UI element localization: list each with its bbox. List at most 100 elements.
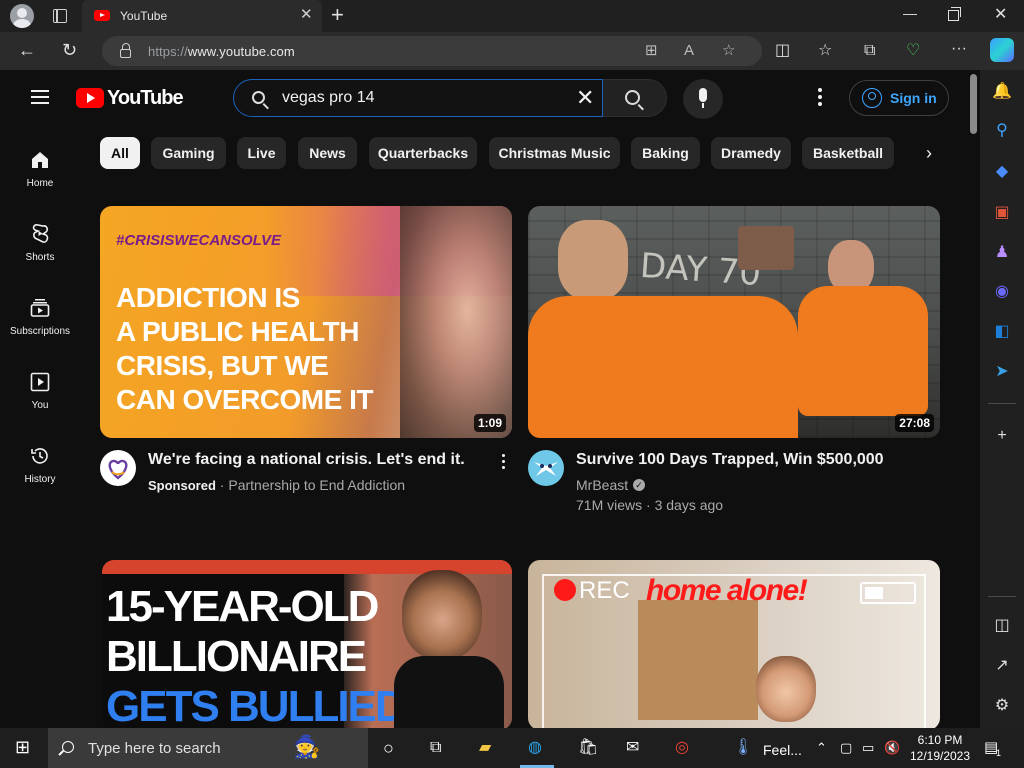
nav-label: Subscriptions: [9, 326, 71, 337]
tab-youtube[interactable]: YouTube ✕: [82, 0, 322, 32]
collections-icon[interactable]: ⧉: [864, 41, 875, 61]
search-query[interactable]: vegas pro 14: [282, 89, 375, 107]
video-title[interactable]: We're facing a national crisis. Let's en…: [148, 451, 465, 469]
sidebar-settings-icon[interactable]: ⚙: [992, 696, 1012, 716]
chip-gaming[interactable]: Gaming: [151, 137, 226, 169]
chip-all[interactable]: All: [100, 137, 140, 169]
nav-subscriptions[interactable]: Subscriptions: [0, 288, 80, 350]
chip-christmas-music[interactable]: Christmas Music: [489, 137, 620, 169]
settings-more-icon[interactable]: ···: [951, 39, 967, 59]
scrollbar-thumb[interactable]: [970, 74, 977, 134]
browser-toolbar: ← ↻ https://www.youtube.com ⊞ A ☆ ◫ ☆ ⧉ …: [0, 32, 1024, 70]
app-available-icon[interactable]: ⊞: [645, 43, 658, 59]
youtube-logo-text[interactable]: YouTube: [107, 87, 184, 110]
chip-dramedy[interactable]: Dramedy: [711, 137, 791, 169]
thumbnail-person-body: [394, 656, 504, 728]
chip-baking[interactable]: Baking: [631, 137, 700, 169]
video-duration: 27:08: [895, 414, 934, 432]
tab-actions-icon[interactable]: [53, 9, 67, 23]
video-thumbnail[interactable]: 15-YEAR-OLD BILLIONAIRE GETS BULLIED: [102, 560, 512, 728]
channel-name[interactable]: MrBeast: [576, 477, 628, 493]
chip-quarterbacks[interactable]: Quarterbacks: [369, 137, 477, 169]
channel-name[interactable]: Partnership to End Addiction: [228, 477, 405, 493]
close-window-button[interactable]: ✕: [994, 6, 1007, 24]
games-icon[interactable]: ♟: [992, 243, 1012, 263]
shopping-tag-icon[interactable]: ◆: [992, 162, 1012, 182]
thumbnail-text: ADDICTION IS: [116, 282, 300, 313]
nav-label: You: [31, 400, 49, 411]
channel-avatar[interactable]: [528, 450, 564, 486]
meet-icon[interactable]: ▢: [840, 736, 852, 760]
video-thumbnail[interactable]: #CRISISWECANSOLVE ADDICTION IS A PUBLIC …: [100, 206, 512, 438]
drop-send-icon[interactable]: ➤: [992, 362, 1012, 382]
minimize-button[interactable]: —: [903, 4, 917, 22]
network-icon[interactable]: ▭: [862, 736, 874, 760]
outlook-icon[interactable]: ◧: [992, 322, 1012, 342]
browser-essentials-icon[interactable]: ♡: [906, 41, 920, 61]
chevron-right-icon[interactable]: ›: [926, 143, 932, 163]
back-button[interactable]: ←: [18, 39, 36, 61]
windows-start-icon[interactable]: ⊞: [15, 735, 30, 759]
channel-avatar[interactable]: [100, 450, 136, 486]
microsoft-store-icon[interactable]: 🛍: [578, 736, 598, 760]
weather-icon[interactable]: 🌡: [733, 736, 753, 760]
clock-time[interactable]: 6:10 PM: [905, 733, 975, 747]
nav-shorts[interactable]: Shorts: [0, 214, 80, 276]
sign-in-button[interactable]: Sign in: [849, 80, 949, 116]
voice-search-button[interactable]: [683, 79, 723, 119]
nav-history[interactable]: History: [0, 436, 80, 498]
chevron-up-icon[interactable]: ⌃: [816, 736, 827, 760]
settings-menu-icon[interactable]: [818, 88, 822, 106]
cortana-icon[interactable]: ○: [383, 736, 394, 760]
mail-icon[interactable]: ✉: [626, 736, 639, 760]
url-text[interactable]: https://www.youtube.com: [148, 44, 295, 59]
page-scrollbar[interactable]: [966, 70, 980, 728]
chip-live[interactable]: Live: [237, 137, 286, 169]
chip-news[interactable]: News: [298, 137, 357, 169]
video-title[interactable]: Survive 100 Days Trapped, Win $500,000: [576, 451, 884, 469]
favorites-icon[interactable]: ☆: [818, 41, 832, 61]
thumbnail-person: [400, 206, 512, 438]
split-screen-icon[interactable]: ◫: [775, 41, 790, 61]
reload-button[interactable]: ↻: [62, 39, 77, 61]
video-stats: 71M views · 3 days ago: [576, 497, 724, 513]
new-tab-button[interactable]: +: [331, 3, 344, 27]
hide-sidebar-icon[interactable]: ◫: [992, 616, 1012, 636]
nav-home[interactable]: Home: [0, 140, 80, 202]
search-button[interactable]: [603, 79, 667, 117]
restore-button[interactable]: [948, 7, 961, 21]
add-app-icon[interactable]: +: [992, 426, 1012, 446]
task-view-icon[interactable]: ⧉: [430, 736, 441, 760]
youtube-logo-icon[interactable]: [76, 88, 104, 108]
chrome-icon[interactable]: ◎: [675, 736, 689, 760]
nav-label: Home: [26, 178, 54, 189]
read-aloud-icon[interactable]: A: [684, 43, 694, 59]
sidebar-divider: [988, 403, 1016, 404]
youtube-favicon-icon: [94, 10, 110, 21]
tab-close-icon[interactable]: ✕: [300, 7, 313, 23]
chip-basketball[interactable]: Basketball: [802, 137, 894, 169]
video-thumbnail[interactable]: DAY 70 27:08: [528, 206, 940, 438]
address-bar[interactable]: https://www.youtube.com ⊞ A ☆: [102, 36, 762, 66]
video-more-icon[interactable]: [502, 454, 505, 469]
taskbar-search-box[interactable]: Type here to search 🧙: [48, 728, 368, 768]
menu-icon[interactable]: [31, 90, 49, 104]
open-external-icon[interactable]: ↗: [992, 656, 1012, 676]
profile-avatar-icon[interactable]: [10, 4, 34, 28]
clock-date[interactable]: 12/19/2023: [905, 749, 975, 763]
search-input[interactable]: vegas pro 14 ✕: [233, 79, 603, 117]
search-icon[interactable]: ⚲: [992, 121, 1012, 141]
video-thumbnail[interactable]: REC home alone!: [528, 560, 940, 728]
notifications-bell-icon[interactable]: 🔔: [992, 82, 1012, 102]
volume-muted-icon[interactable]: 🔇: [884, 736, 900, 760]
copilot-app-icon[interactable]: ◉: [992, 282, 1012, 302]
copilot-icon[interactable]: [990, 38, 1014, 62]
nav-you[interactable]: You: [0, 362, 80, 424]
file-explorer-icon[interactable]: ▰: [479, 736, 491, 760]
weather-text[interactable]: Feel...: [763, 738, 802, 762]
lock-icon[interactable]: [120, 43, 131, 58]
favorite-star-icon[interactable]: ☆: [722, 43, 735, 59]
tools-briefcase-icon[interactable]: ▣: [992, 203, 1012, 223]
edge-taskbar-icon[interactable]: ◍: [528, 736, 542, 760]
clear-search-icon[interactable]: ✕: [576, 86, 594, 110]
